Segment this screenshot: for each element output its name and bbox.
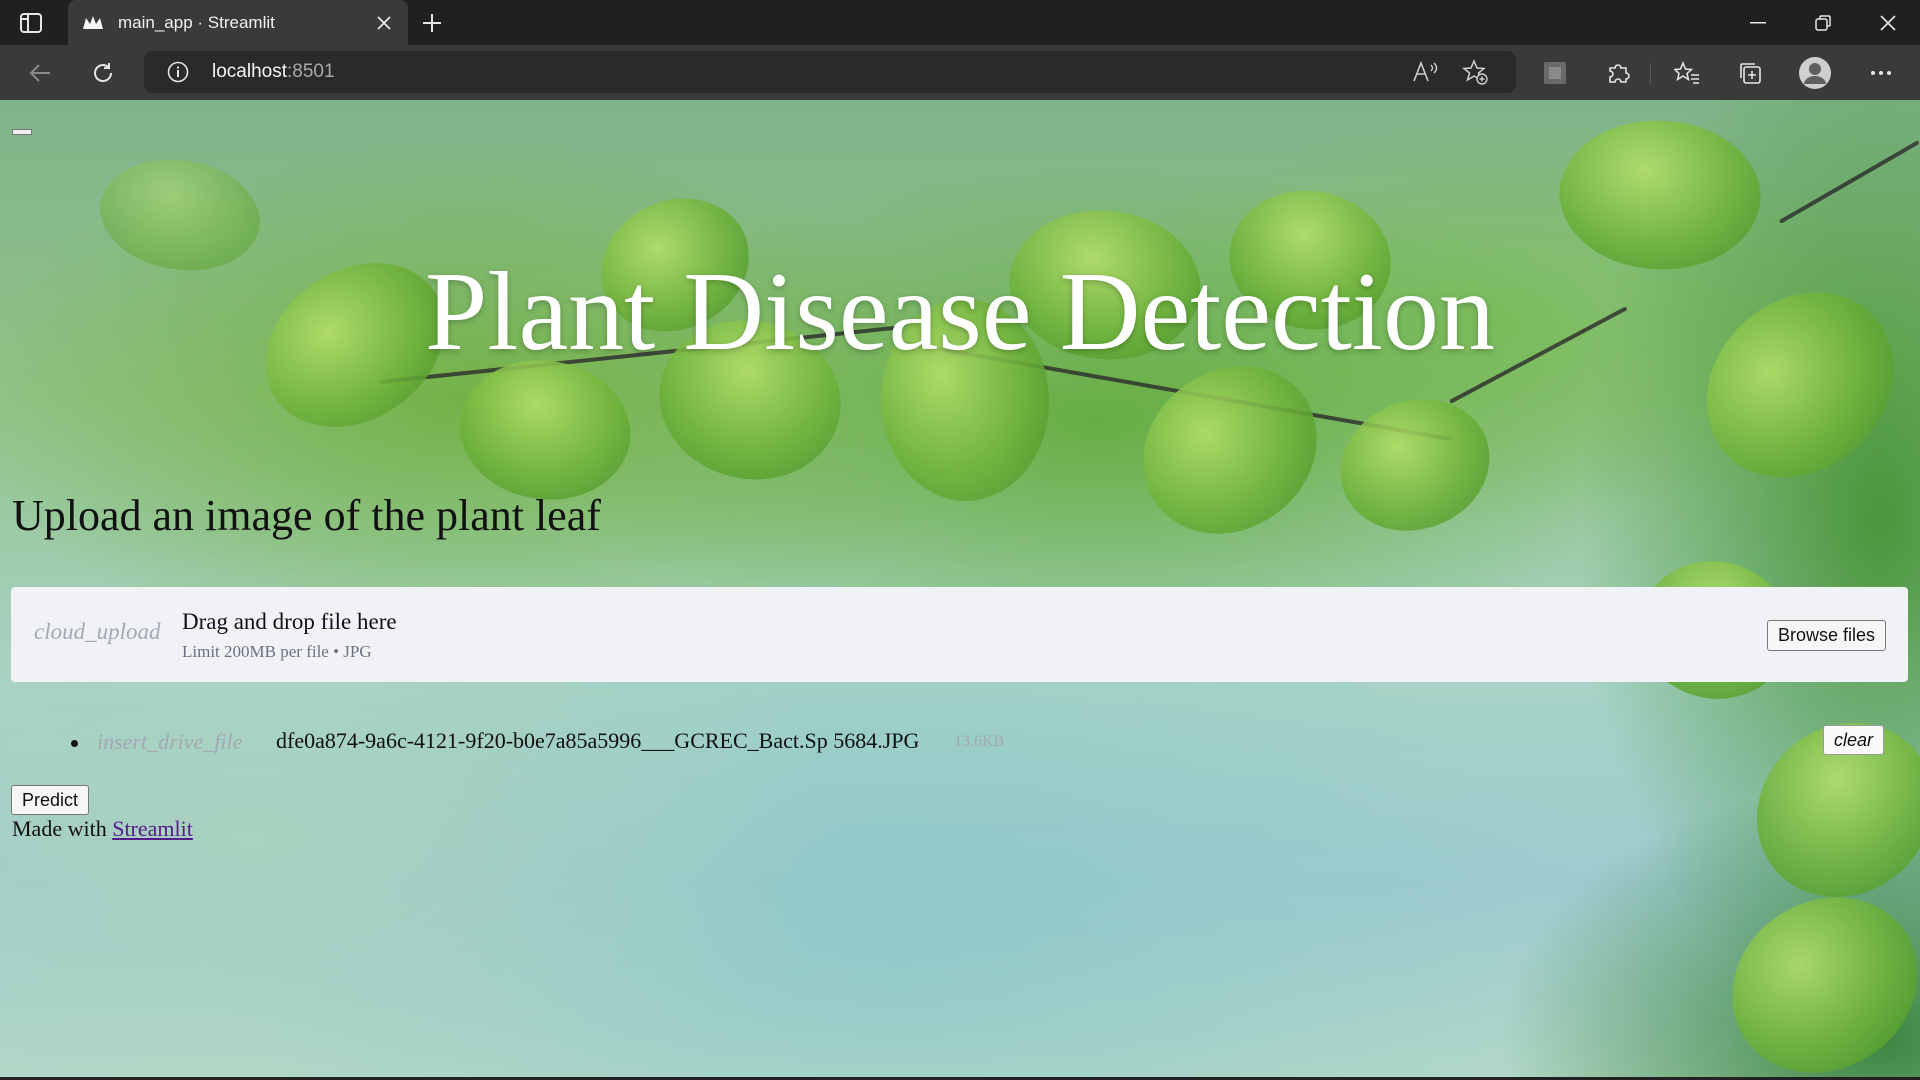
list-bullet <box>71 740 78 747</box>
close-icon[interactable] <box>1858 0 1918 45</box>
streamlit-link[interactable]: Streamlit <box>112 816 193 841</box>
dropzone-instructions: Drag and drop file here <box>182 609 397 634</box>
dropzone-limit: Limit 200MB per file • JPG <box>182 642 372 661</box>
cloud-upload-icon: cloud_upload <box>34 619 161 644</box>
star-plus-icon[interactable] <box>1460 57 1490 87</box>
streamlit-page: Plant Disease Detection Upload an image … <box>0 100 1920 1080</box>
url-host: localhost <box>212 61 287 82</box>
collections-icon[interactable] <box>1735 58 1765 88</box>
file-dropzone[interactable]: cloud_upload Drag and drop file here Lim… <box>11 587 1908 682</box>
upload-subheading: Upload an image of the plant leaf <box>12 491 601 540</box>
toolbar-separator <box>1650 63 1651 85</box>
read-aloud-icon[interactable] <box>1410 57 1440 87</box>
page-title: Plant Disease Detection <box>425 250 1495 374</box>
refresh-icon[interactable] <box>88 58 118 88</box>
restore-icon[interactable] <box>1793 0 1853 45</box>
footer: Made with Streamlit <box>12 816 193 842</box>
url-port: :8501 <box>287 61 335 82</box>
footer-prefix: Made with <box>12 816 113 841</box>
favorites-icon[interactable] <box>1672 58 1702 88</box>
uploaded-file-size: 13.6KB <box>954 733 1005 750</box>
square-icon[interactable] <box>1540 58 1570 88</box>
browse-files-button[interactable]: Browse files <box>1766 620 1886 651</box>
vertical-tabs-icon[interactable] <box>18 10 44 36</box>
sidebar-collapse-button[interactable] <box>12 129 32 135</box>
avatar-icon[interactable] <box>1797 55 1833 91</box>
close-icon[interactable] <box>372 11 396 35</box>
back-arrow-icon[interactable] <box>25 58 55 88</box>
browser-tab[interactable]: main_app · Streamlit <box>68 0 408 45</box>
minimize-icon[interactable] <box>1728 0 1788 45</box>
tab-bar: main_app · Streamlit <box>0 0 1920 45</box>
file-icon: insert_drive_file <box>97 729 243 754</box>
address-bar[interactable]: localhost:8501 <box>144 51 1516 93</box>
streamlit-crown-icon <box>82 12 104 34</box>
ellipsis-icon[interactable] <box>1866 58 1896 88</box>
tab-title: main_app · Streamlit <box>118 12 275 32</box>
browser-toolbar: localhost:8501 <box>0 45 1920 100</box>
predict-button[interactable]: Predict <box>11 785 90 815</box>
uploaded-file-name: dfe0a874-9a6c-4121-9f20-b0e7a85a5996___G… <box>276 728 920 753</box>
puzzle-icon[interactable] <box>1603 58 1633 88</box>
uploaded-file-item: insert_drive_file dfe0a874-9a6c-4121-9f2… <box>0 720 1920 760</box>
url-text[interactable]: localhost:8501 <box>212 61 335 83</box>
plus-icon[interactable] <box>418 9 446 37</box>
info-icon[interactable] <box>166 60 190 84</box>
clear-file-button[interactable]: clear <box>1823 725 1885 755</box>
